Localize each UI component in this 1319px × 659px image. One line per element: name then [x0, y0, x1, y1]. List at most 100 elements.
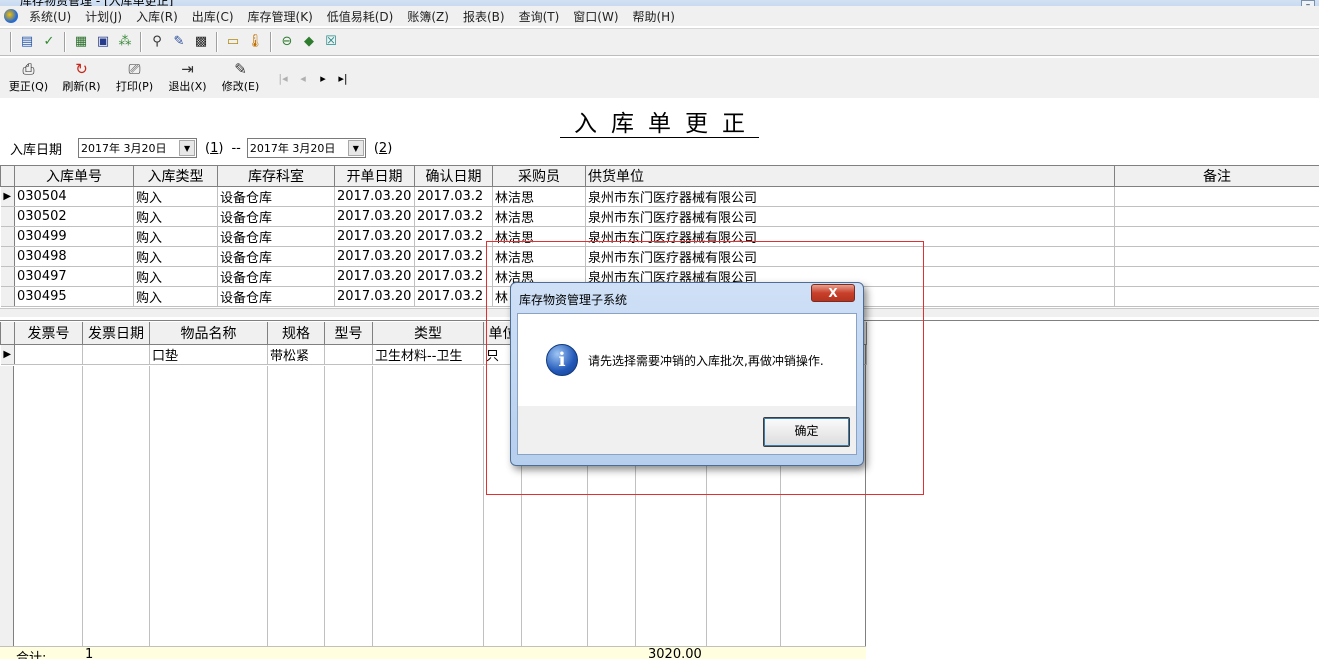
cell-buyer[interactable]: 林洁思 — [492, 206, 586, 227]
col-buyer[interactable]: 采购员 — [492, 166, 586, 187]
cell-invoice-date[interactable] — [82, 344, 150, 365]
cell-remark[interactable] — [1114, 206, 1319, 227]
cell-invoice-no[interactable] — [14, 344, 83, 365]
col-supplier[interactable]: 供货单位 — [585, 166, 1115, 187]
cell-model[interactable] — [324, 344, 373, 365]
cell-confirm-date[interactable]: 2017.03.2 — [414, 226, 493, 247]
print-button[interactable]: ⎚ 打印(P) — [108, 58, 161, 98]
chevron-down-icon[interactable]: ▼ — [179, 140, 196, 156]
exit-button[interactable]: ⇥ 退出(X) — [161, 58, 214, 98]
cell-remark[interactable] — [1114, 186, 1319, 207]
folder-icon[interactable]: ▭ — [224, 33, 242, 51]
cell-order-no[interactable]: 030495 — [14, 286, 134, 307]
menu-inbound[interactable]: 入库(R) — [129, 8, 185, 25]
menu-help[interactable]: 帮助(H) — [626, 8, 682, 25]
menu-system[interactable]: 系统(U) — [22, 8, 78, 25]
cell-dept[interactable]: 设备仓库 — [217, 186, 335, 207]
cell-type[interactable]: 购入 — [133, 206, 218, 227]
cell-buyer[interactable]: 林洁思 — [492, 186, 586, 207]
cell-buyer[interactable]: 林洁思 — [492, 246, 586, 267]
cell-type[interactable]: 购入 — [133, 286, 218, 307]
cell-remark[interactable] — [1114, 246, 1319, 267]
cell-dept[interactable]: 设备仓库 — [217, 266, 335, 287]
col-invoice-no[interactable]: 发票号 — [14, 322, 83, 345]
export-icon[interactable]: ▣ — [94, 33, 112, 51]
cell-confirm-date[interactable]: 2017.03.2 — [414, 246, 493, 267]
table-row[interactable]: 030502 购入 设备仓库 2017.03.20 2017.03.2 林洁思 … — [0, 206, 1319, 227]
cell-order-no[interactable]: 030502 — [14, 206, 134, 227]
cell-type[interactable]: 购入 — [133, 186, 218, 207]
grid-icon[interactable]: ▩ — [192, 33, 210, 51]
col-spec[interactable]: 规格 — [267, 322, 325, 345]
cell-dept[interactable]: 设备仓库 — [217, 246, 335, 267]
cell-open-date[interactable]: 2017.03.20 — [334, 206, 415, 227]
cell-order-no[interactable]: 030498 — [14, 246, 134, 267]
cell-order-no[interactable]: 030504 — [14, 186, 134, 207]
dialog-close-button[interactable]: X — [811, 284, 855, 302]
stop-icon[interactable]: ⊖ — [278, 33, 296, 51]
cell-remark[interactable] — [1114, 266, 1319, 287]
table-row[interactable]: 030498 购入 设备仓库 2017.03.20 2017.03.2 林洁思 … — [0, 246, 1319, 267]
cell-spec[interactable]: 带松紧 — [267, 344, 325, 365]
cell-item-name[interactable]: 口垫 — [149, 344, 268, 365]
col-category[interactable]: 类型 — [372, 322, 484, 345]
cell-remark[interactable] — [1114, 286, 1319, 307]
col-model[interactable]: 型号 — [324, 322, 373, 345]
menu-reports[interactable]: 报表(B) — [456, 8, 512, 25]
col-item-name[interactable]: 物品名称 — [149, 322, 268, 345]
menu-query[interactable]: 查询(T) — [512, 8, 567, 25]
next-record-icon[interactable]: ▸ — [313, 72, 333, 85]
cell-open-date[interactable]: 2017.03.20 — [334, 246, 415, 267]
search-icon[interactable]: ⚲ — [148, 33, 166, 51]
date-to-picker[interactable]: 2017年 3月20日 ▼ — [246, 138, 366, 158]
col-open-date[interactable]: 开单日期 — [334, 166, 415, 187]
menu-window[interactable]: 窗口(W) — [566, 8, 625, 25]
refresh-button[interactable]: ↻ 刷新(R) — [55, 58, 108, 98]
cell-supplier[interactable]: 泉州市东门医疗器械有限公司 — [585, 246, 1115, 267]
first-record-icon[interactable]: |◂ — [273, 72, 293, 85]
book-icon[interactable]: ◆ — [300, 33, 318, 51]
chevron-down-icon[interactable]: ▼ — [347, 140, 364, 156]
cell-type[interactable]: 购入 — [133, 226, 218, 247]
cell-supplier[interactable]: 泉州市东门医疗器械有限公司 — [585, 226, 1115, 247]
cell-dept[interactable]: 设备仓库 — [217, 286, 335, 307]
cell-remark[interactable] — [1114, 226, 1319, 247]
chart-icon[interactable]: ⁂ — [116, 33, 134, 51]
cell-supplier[interactable]: 泉州市东门医疗器械有限公司 — [585, 206, 1115, 227]
table-row[interactable]: ▶ 030504 购入 设备仓库 2017.03.20 2017.03.2 林洁… — [0, 186, 1319, 207]
menu-outbound[interactable]: 出库(C) — [185, 8, 241, 25]
cell-confirm-date[interactable]: 2017.03.2 — [414, 186, 493, 207]
cell-open-date[interactable]: 2017.03.20 — [334, 186, 415, 207]
cell-dept[interactable]: 设备仓库 — [217, 226, 335, 247]
update-button[interactable]: ⎙ 更正(Q) — [2, 58, 55, 98]
cell-buyer[interactable]: 林洁思 — [492, 226, 586, 247]
cell-open-date[interactable]: 2017.03.20 — [334, 286, 415, 307]
cell-confirm-date[interactable]: 2017.03.2 — [414, 266, 493, 287]
col-dept[interactable]: 库存科室 — [217, 166, 335, 187]
edit-button[interactable]: ✎ 修改(E) — [214, 58, 267, 98]
cell-supplier[interactable]: 泉州市东门医疗器械有限公司 — [585, 186, 1115, 207]
check-doc-icon[interactable]: ✓ — [40, 33, 58, 51]
col-type[interactable]: 入库类型 — [133, 166, 218, 187]
cell-confirm-date[interactable]: 2017.03.2 — [414, 286, 493, 307]
menu-plan[interactable]: 计划(J) — [78, 8, 129, 25]
ok-button[interactable]: 确定 — [763, 417, 850, 447]
cell-confirm-date[interactable]: 2017.03.2 — [414, 206, 493, 227]
table-row[interactable]: 030499 购入 设备仓库 2017.03.20 2017.03.2 林洁思 … — [0, 226, 1319, 247]
cell-open-date[interactable]: 2017.03.20 — [334, 226, 415, 247]
last-record-icon[interactable]: ▸| — [333, 72, 353, 85]
edit-form-icon[interactable]: ✎ — [170, 33, 188, 51]
cell-open-date[interactable]: 2017.03.20 — [334, 266, 415, 287]
menu-low-value[interactable]: 低值易耗(D) — [320, 8, 401, 25]
cell-type[interactable]: 购入 — [133, 266, 218, 287]
cell-dept[interactable]: 设备仓库 — [217, 206, 335, 227]
form-icon[interactable]: ▦ — [72, 33, 90, 51]
cell-category[interactable]: 卫生材料--卫生 — [372, 344, 484, 365]
menu-inventory[interactable]: 库存管理(K) — [241, 8, 320, 25]
col-invoice-date[interactable]: 发票日期 — [82, 322, 150, 345]
col-order-no[interactable]: 入库单号 — [14, 166, 134, 187]
close-box-icon[interactable]: ☒ — [322, 33, 340, 51]
col-remark[interactable]: 备注 — [1114, 166, 1319, 187]
thermometer-icon[interactable]: 🌡 — [246, 33, 264, 51]
menu-ledger[interactable]: 账簿(Z) — [400, 8, 456, 25]
